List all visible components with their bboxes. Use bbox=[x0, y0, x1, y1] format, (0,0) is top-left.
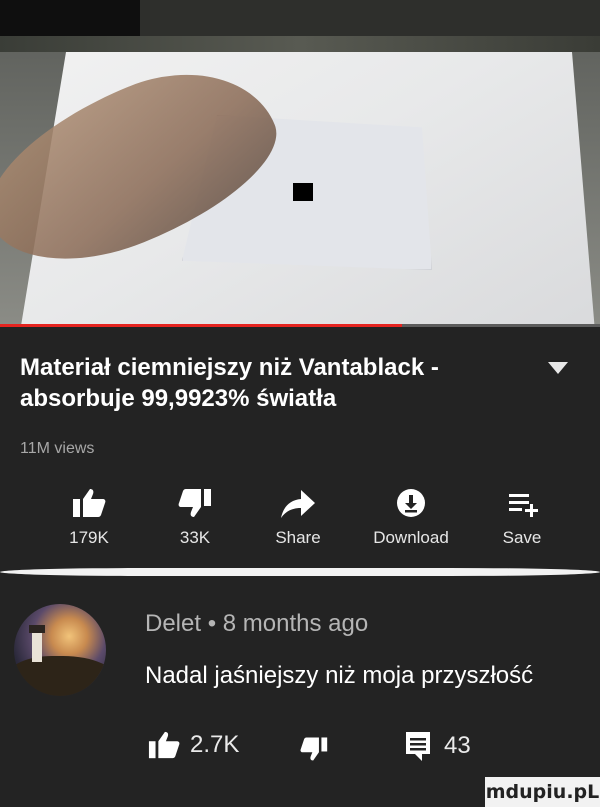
thumbs-down-icon bbox=[135, 482, 255, 518]
comment-time: 8 months ago bbox=[222, 610, 369, 637]
meta-separator: • bbox=[207, 610, 217, 637]
avatar-lighthouse bbox=[29, 625, 45, 662]
save-button[interactable]: Save bbox=[462, 482, 582, 548]
video-player[interactable] bbox=[0, 0, 600, 327]
comment-dislike-button[interactable] bbox=[300, 736, 328, 767]
comment-meta: Delet • 8 months ago bbox=[145, 610, 368, 638]
video-background-shadow bbox=[0, 0, 140, 36]
share-button[interactable]: Share bbox=[238, 482, 358, 548]
thumbs-down-icon bbox=[300, 737, 328, 761]
view-count: 11M views bbox=[20, 440, 95, 457]
expand-description-icon[interactable] bbox=[548, 362, 568, 374]
share-label: Share bbox=[275, 528, 321, 547]
dislike-button[interactable]: 33K bbox=[135, 482, 255, 548]
watermark: mdupiu.pL bbox=[485, 777, 600, 807]
comment-replies-button[interactable]: 43 bbox=[404, 730, 471, 762]
video-vantablack-sample bbox=[293, 183, 313, 201]
comment-action-bar: 2.7K 43 bbox=[0, 730, 600, 770]
video-title: Materiał ciemniejszy niż Vantablack - ab… bbox=[20, 354, 439, 412]
progress-bar-fill bbox=[0, 324, 402, 327]
avatar[interactable] bbox=[14, 604, 106, 696]
download-label: Download bbox=[373, 528, 449, 547]
save-playlist-icon bbox=[462, 482, 582, 518]
comment-like-count: 2.7K bbox=[190, 731, 240, 758]
like-button[interactable]: 179K bbox=[29, 482, 149, 548]
save-label: Save bbox=[502, 528, 542, 547]
download-button[interactable]: Download bbox=[351, 482, 471, 548]
avatar-rocks bbox=[14, 656, 106, 696]
share-icon bbox=[238, 482, 358, 518]
comment-author[interactable]: Delet bbox=[145, 610, 201, 637]
video-action-bar: 179K 33K Share Download Save bbox=[0, 482, 600, 552]
comment-like-button[interactable]: 2.7K bbox=[148, 730, 239, 760]
comment-reply-count: 43 bbox=[444, 732, 471, 759]
reply-comment-icon bbox=[406, 732, 430, 761]
dislike-count: 33K bbox=[179, 528, 211, 547]
video-background-ledge bbox=[0, 36, 600, 52]
thumbs-up-icon bbox=[29, 482, 149, 518]
thumbs-up-icon bbox=[148, 731, 180, 759]
section-divider bbox=[0, 568, 600, 576]
like-count: 179K bbox=[69, 528, 109, 547]
comment-text: Nadal jaśniejszy niż moja przyszłość bbox=[145, 662, 534, 689]
download-icon bbox=[351, 482, 471, 518]
